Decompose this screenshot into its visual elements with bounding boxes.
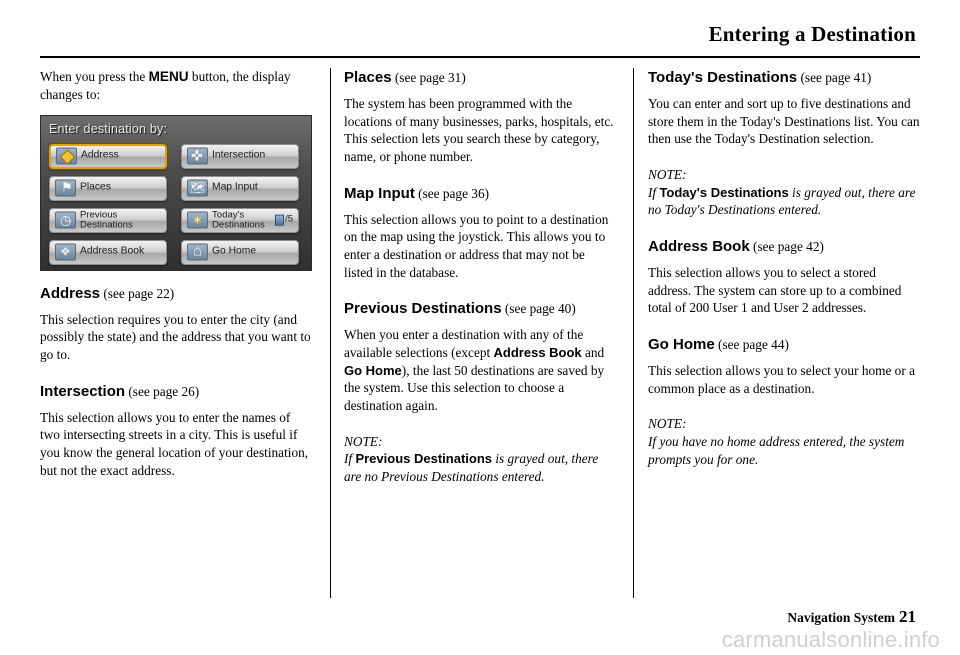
section-ref: (see page 31) bbox=[394, 70, 466, 85]
nav-button-label: Go Home bbox=[212, 245, 257, 257]
note-label-2: NOTE: bbox=[648, 416, 687, 432]
map-icon bbox=[187, 179, 208, 197]
nav-button-label: Map Input bbox=[212, 181, 258, 193]
section-ref: (see page 40) bbox=[504, 301, 576, 317]
section-heading-map-input: Map Input (see page 36) bbox=[344, 184, 616, 204]
column-divider-1 bbox=[330, 68, 331, 598]
nav-button-intersection[interactable]: Intersection bbox=[181, 143, 299, 169]
nav-button-address-book[interactable]: Address Book bbox=[49, 239, 167, 265]
header-divider bbox=[40, 56, 920, 58]
section-heading-places: Places (see page 31) bbox=[344, 68, 616, 88]
section-body-previous-destinations: When you enter a destination with any of… bbox=[344, 326, 616, 414]
inline-term-todays-destinations: Today's Destinations bbox=[659, 184, 789, 200]
nav-button-label: Today's Destinations bbox=[212, 209, 265, 231]
section-ref: (see page 22) bbox=[103, 285, 175, 301]
nav-button-map-input[interactable]: Map Input bbox=[181, 175, 299, 201]
section-heading-go-home: Go Home (see page 44) bbox=[648, 335, 920, 355]
page-indicator: /5 bbox=[275, 214, 293, 227]
inline-term-address-book: Address Book bbox=[493, 344, 582, 360]
nav-button-address[interactable]: Address bbox=[49, 143, 167, 169]
section-heading-todays-destinations: Today's Destinations (see page 41) bbox=[648, 68, 920, 88]
star-icon bbox=[187, 211, 208, 229]
document-page: Entering a Destination When you press th… bbox=[0, 0, 960, 655]
nav-button-label: Address bbox=[81, 149, 119, 161]
footer: Navigation System 21 bbox=[787, 607, 916, 627]
column-3: Today's Destinations (see page 41) You c… bbox=[648, 68, 920, 479]
nav-button-places[interactable]: Places bbox=[49, 175, 167, 201]
intro-paragraph: When you press the MENU button, the disp… bbox=[40, 68, 312, 104]
section-body-places: The system has been programmed with the … bbox=[344, 95, 614, 164]
nav-button-label: Address Book bbox=[80, 245, 145, 257]
section-term: Address Book bbox=[648, 237, 750, 255]
flag-icon bbox=[55, 179, 76, 197]
section-body-intersection: This selection allows you to enter the n… bbox=[40, 409, 309, 478]
book-icon bbox=[55, 243, 76, 261]
page-bar-icon bbox=[275, 214, 285, 226]
section-heading-intersection: Intersection (see page 26) bbox=[40, 382, 312, 402]
menu-keyword: MENU bbox=[148, 69, 189, 84]
section-term: Address bbox=[40, 284, 101, 302]
nav-button-label: Previous Destinations bbox=[80, 209, 133, 231]
nav-button-label: Places bbox=[80, 181, 111, 193]
nav-button-label: Intersection bbox=[212, 149, 266, 161]
section-ref: (see page 41) bbox=[800, 70, 872, 85]
footer-label: Navigation System bbox=[787, 610, 895, 625]
section-term: Previous Destinations bbox=[344, 300, 502, 318]
section-heading-address: Address (see page 22) bbox=[40, 284, 312, 304]
section-term: Places bbox=[344, 69, 392, 86]
note-body-previous-destinations: If Previous Destinations is grayed out, … bbox=[344, 450, 616, 485]
diamond-icon bbox=[56, 147, 77, 165]
section-term: Go Home bbox=[648, 335, 715, 353]
note-body-todays-destinations: If Today's Destinations is grayed out, t… bbox=[648, 184, 920, 219]
nav-button-todays-destinations[interactable]: Today's Destinations /5 bbox=[181, 207, 299, 233]
note-body-go-home: If you have no home address entered, the… bbox=[648, 433, 905, 467]
column-2: Places (see page 31) The system has been… bbox=[344, 68, 616, 497]
footer-page-number: 21 bbox=[899, 607, 916, 626]
section-term: Map Input bbox=[344, 184, 415, 202]
watermark-text: carmanualsonline.info bbox=[721, 627, 940, 652]
section-body-address-book: This selection allows you to select a st… bbox=[648, 264, 902, 316]
section-ref: (see page 26) bbox=[128, 383, 200, 399]
content-columns: When you press the MENU button, the disp… bbox=[40, 68, 920, 598]
nav-button-previous-destinations[interactable]: Previous Destinations bbox=[49, 207, 167, 233]
section-ref: (see page 44) bbox=[718, 336, 789, 352]
section-body-map-input: This selection allows you to point to a … bbox=[344, 211, 609, 280]
section-heading-previous-destinations: Previous Destinations (see page 40) bbox=[344, 299, 616, 319]
cross-roads-icon bbox=[187, 147, 208, 165]
note-label-1: NOTE: bbox=[648, 166, 687, 182]
section-heading-address-book: Address Book (see page 42) bbox=[648, 237, 920, 257]
section-ref: (see page 42) bbox=[753, 238, 824, 254]
inline-term-previous-destinations: Previous Destinations bbox=[355, 451, 492, 467]
nav-screen-title: Enter destination by: bbox=[49, 121, 168, 136]
section-term: Today's Destinations bbox=[648, 69, 798, 86]
column-1: When you press the MENU button, the disp… bbox=[40, 68, 312, 490]
nav-screen-screenshot: Enter destination by: Address Intersecti… bbox=[40, 114, 312, 271]
section-body-todays-destinations: You can enter and sort up to five destin… bbox=[648, 95, 920, 147]
section-term: Intersection bbox=[40, 382, 126, 400]
note-if: If bbox=[648, 184, 657, 200]
column-divider-2 bbox=[633, 68, 634, 598]
home-icon bbox=[187, 243, 208, 261]
watermark: carmanualsonline.info bbox=[722, 627, 940, 653]
page-title: Entering a Destination bbox=[708, 22, 916, 46]
body-text-mid: and bbox=[581, 344, 605, 360]
note-label: NOTE: bbox=[344, 433, 383, 449]
note-if: If bbox=[344, 451, 353, 467]
section-ref: (see page 36) bbox=[418, 185, 490, 201]
clock-icon bbox=[55, 211, 76, 229]
section-body-address: This selection requires you to enter the… bbox=[40, 311, 311, 363]
page-indicator-label: /5 bbox=[285, 213, 293, 225]
intro-pre: When you press the bbox=[40, 69, 149, 84]
inline-term-go-home: Go Home bbox=[344, 362, 402, 378]
nav-button-go-home[interactable]: Go Home bbox=[181, 239, 299, 265]
section-body-go-home: This selection allows you to select your… bbox=[648, 362, 915, 396]
